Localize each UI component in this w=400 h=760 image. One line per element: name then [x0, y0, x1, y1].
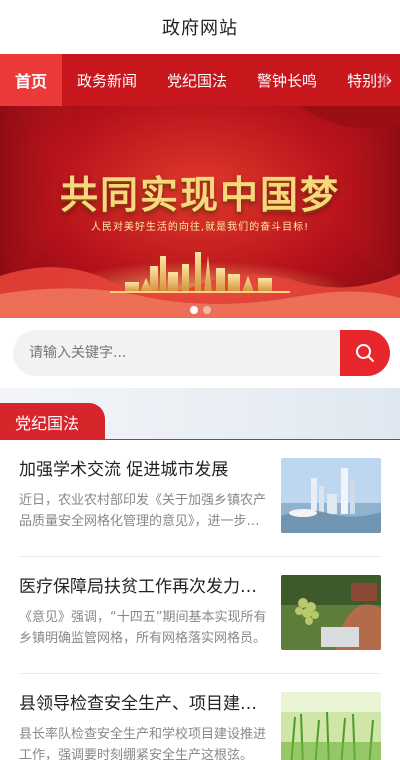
article-text: 县领导检查安全生产、项目建设工作 县长率队检查安全生产和学校项目建设推进工作，强… [19, 692, 281, 760]
carousel-dots [0, 306, 400, 314]
section-title[interactable]: 党纪国法 [0, 403, 106, 440]
article-summary: 县长率队检查安全生产和学校项目建设推进工作，强调要时刻绷紧安全生产这根弦。 [19, 727, 267, 760]
search-icon [356, 344, 374, 362]
article-item[interactable]: 医疗保障局扶贫工作再次发力，取得新成效 《意见》强调，“十四五”期间基本实现所有… [19, 557, 381, 674]
banner-carousel[interactable]: 共同实现中国梦 人民对美好生活的向往,就是我们的奋斗目标! [0, 106, 400, 318]
carousel-dot-2[interactable] [202, 306, 211, 314]
carousel-dot-1[interactable] [189, 306, 198, 314]
search-input[interactable] [29, 345, 340, 361]
article-title[interactable]: 加强学术交流 促进城市发展 [19, 458, 267, 482]
article-title[interactable]: 医疗保障局扶贫工作再次发力，取得新成效 [19, 575, 267, 599]
city-skyline-image[interactable] [281, 458, 381, 533]
search-field-wrapper [13, 330, 340, 376]
article-summary: 《意见》强调，“十四五”期间基本实现所有乡镇明确监管网格，所有网格落实网格员。 [19, 610, 267, 646]
green-field-image[interactable] [281, 692, 381, 760]
grapes-harvest-image[interactable] [281, 575, 381, 650]
banner-slogan: 人民对美好生活的向往,就是我们的奋斗目标! [90, 222, 310, 233]
article-summary: 近日，农业农村部印发《关于加强乡镇农产品质量安全网格化管理的意见》，进一步推进基… [19, 493, 267, 529]
nav-item-home[interactable]: 首页 [0, 54, 63, 106]
article-title[interactable]: 县领导检查安全生产、项目建设工作 [19, 692, 267, 716]
article-item[interactable]: 加强学术交流 促进城市发展 近日，农业农村部印发《关于加强乡镇农产品质量安全网格… [19, 440, 381, 557]
site-title: 政府网站 [162, 18, 238, 39]
section-header: 党纪国法 [0, 388, 400, 440]
search-button[interactable] [340, 330, 390, 376]
nav-item-party-law[interactable]: 党纪国法 [152, 54, 242, 106]
nav-bar: 首页 政务新闻 党纪国法 警钟长鸣 特别推荐 › [0, 54, 400, 106]
nav-item-warning[interactable]: 警钟长鸣 [242, 54, 332, 106]
article-text: 加强学术交流 促进城市发展 近日，农业农村部印发《关于加强乡镇农产品质量安全网格… [19, 458, 281, 556]
banner-headline: 共同实现中国梦 [59, 172, 340, 217]
article-list: 加强学术交流 促进城市发展 近日，农业农村部印发《关于加强乡镇农产品质量安全网格… [0, 440, 400, 760]
search-bar [13, 330, 390, 376]
chevron-right-icon[interactable]: › [378, 54, 400, 106]
top-bar: 政府网站 [0, 0, 400, 54]
article-text: 医疗保障局扶贫工作再次发力，取得新成效 《意见》强调，“十四五”期间基本实现所有… [19, 575, 281, 673]
nav-item-government-news[interactable]: 政务新闻 [62, 54, 152, 106]
article-item[interactable]: 县领导检查安全生产、项目建设工作 县长率队检查安全生产和学校项目建设推进工作，强… [19, 674, 381, 760]
